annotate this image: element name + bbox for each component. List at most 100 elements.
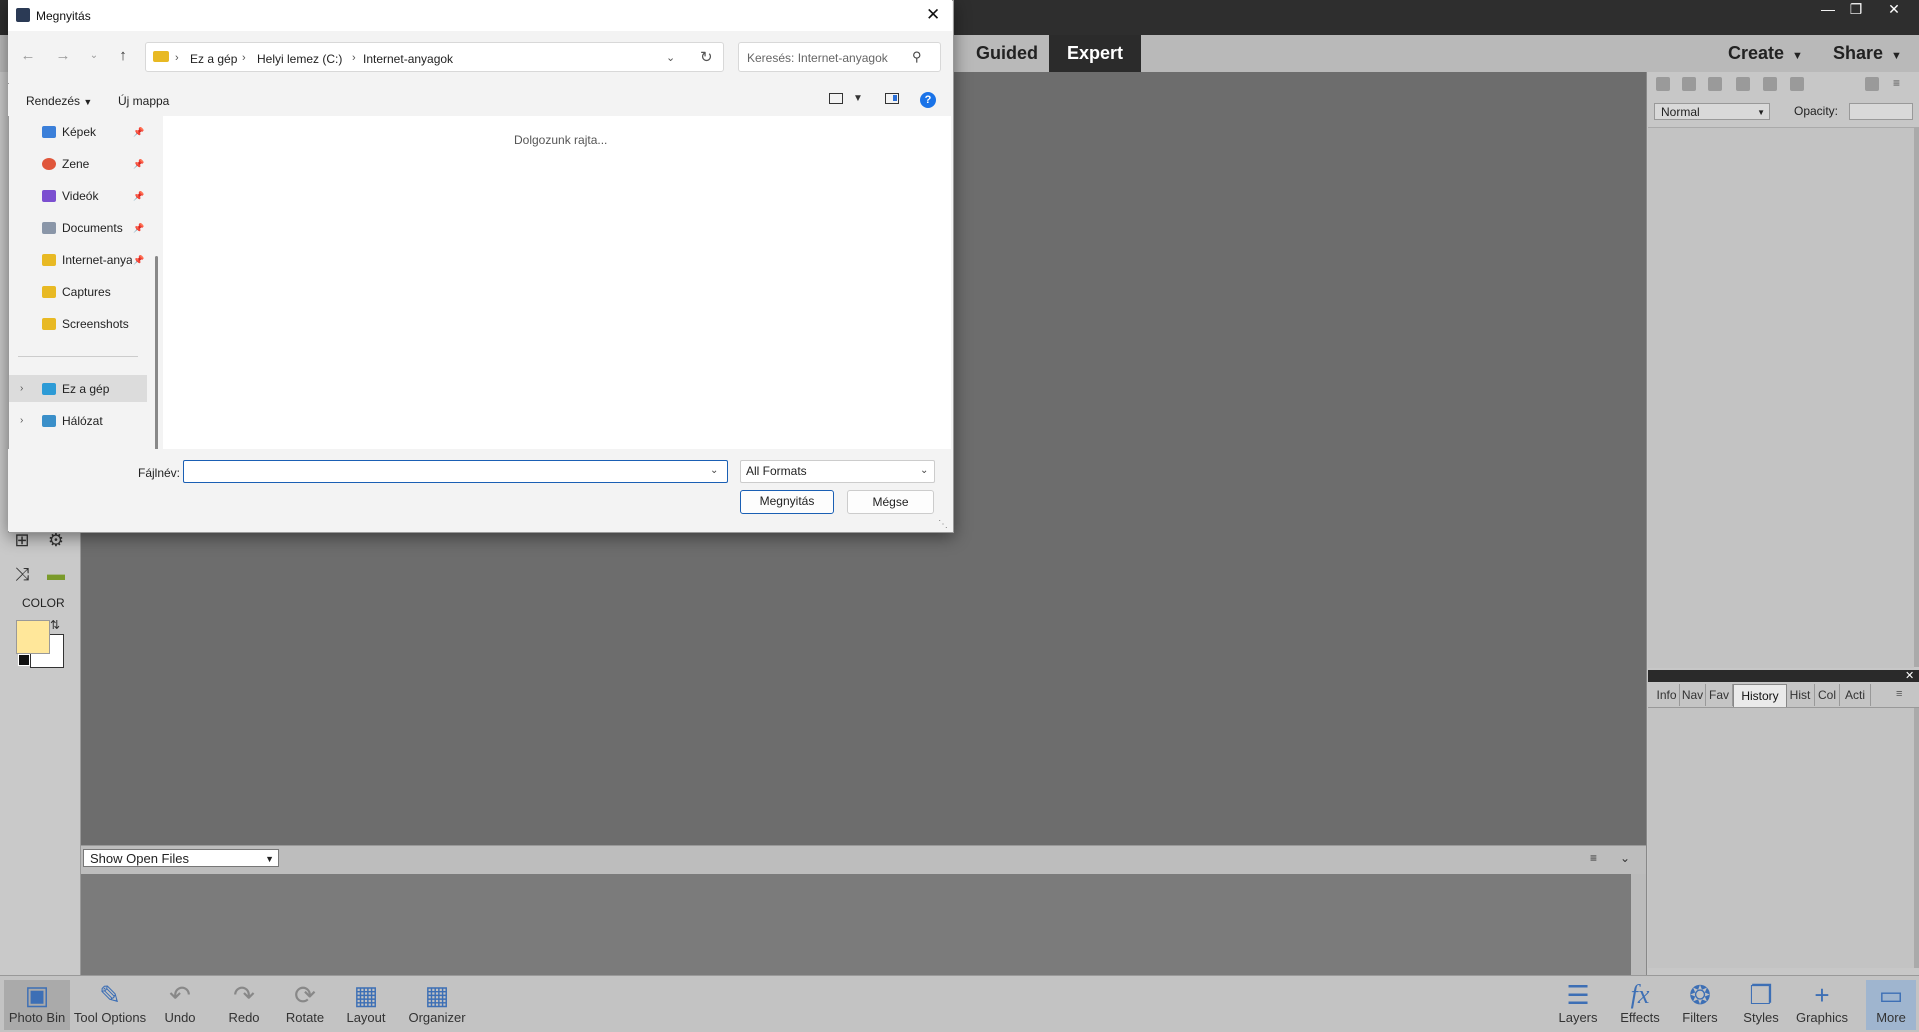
nav-item-internet-files[interactable]: Internet-anyagok: [62, 250, 132, 270]
filename-input[interactable]: [183, 460, 728, 483]
tab-favorites[interactable]: Fav: [1706, 684, 1733, 706]
more-button[interactable]: ▭ More: [1866, 980, 1916, 1030]
rotate-button[interactable]: ⟳ Rotate: [273, 980, 337, 1030]
history-scrollbar[interactable]: [1914, 708, 1919, 968]
cancel-button[interactable]: Mégse: [847, 490, 934, 514]
new-group-icon[interactable]: [1682, 77, 1696, 91]
chevron-down-icon[interactable]: ⌄: [666, 51, 675, 64]
chevron-down-icon[interactable]: ▼: [853, 93, 863, 104]
tab-navigator[interactable]: Nav: [1680, 684, 1706, 706]
straighten-tool-icon[interactable]: ▬: [43, 564, 69, 584]
share-menu[interactable]: Share ▼: [1833, 35, 1902, 72]
recompose-tool-icon[interactable]: ⚙: [43, 530, 69, 550]
tab-info[interactable]: Info: [1654, 684, 1680, 706]
chevron-right-icon[interactable]: ›: [20, 383, 23, 394]
graphics-button[interactable]: + Graphics: [1790, 980, 1854, 1030]
close-icon[interactable]: ✕: [926, 5, 940, 25]
documents-icon: [42, 222, 56, 234]
chevron-down-icon[interactable]: ⌄: [710, 465, 718, 476]
organize-button[interactable]: Rendezés ▼: [26, 94, 92, 108]
search-icon[interactable]: ⚲: [912, 49, 922, 65]
breadcrumb-internet-files[interactable]: Internet-anyagok: [363, 52, 453, 66]
tab-guided[interactable]: Guided: [958, 35, 1056, 72]
layers-label: Layers: [1558, 1010, 1598, 1025]
organizer-label: Organizer: [408, 1010, 466, 1025]
preview-pane-icon[interactable]: [885, 93, 899, 104]
tool-options-button[interactable]: ✎ Tool Options: [72, 980, 148, 1030]
breadcrumb-this-pc[interactable]: Ez a gép: [190, 52, 237, 66]
file-format-select[interactable]: All Formats: [740, 460, 935, 483]
photo-bin-button[interactable]: ▣ Photo Bin: [4, 980, 70, 1030]
layers-list[interactable]: [1648, 127, 1914, 668]
swap-colors-icon[interactable]: ⇅: [50, 618, 60, 632]
panel-menu-icon[interactable]: ≡: [1896, 688, 1902, 700]
nav-item-captures[interactable]: Captures: [62, 282, 157, 302]
app-logo-icon: [16, 8, 30, 22]
forward-icon[interactable]: →: [55, 48, 71, 64]
effects-label: Effects: [1620, 1010, 1660, 1025]
bin-menu-icon[interactable]: ≡: [1590, 851, 1597, 865]
chevron-down-icon[interactable]: ⌄: [920, 465, 928, 476]
filters-button[interactable]: ❂ Filters: [1668, 980, 1732, 1030]
layers-button[interactable]: ☰ Layers: [1546, 980, 1610, 1030]
up-icon[interactable]: ↑: [115, 48, 131, 64]
opacity-field[interactable]: [1849, 103, 1913, 120]
dialog-title-bar: [8, 0, 952, 31]
resize-grip-icon[interactable]: ⋱: [938, 519, 948, 530]
layer-mask-icon[interactable]: [1736, 77, 1750, 91]
undo-button[interactable]: ↶ Undo: [148, 980, 212, 1030]
nav-item-this-pc[interactable]: Ez a gép: [62, 379, 157, 399]
nav-item-screenshots[interactable]: Screenshots: [62, 314, 157, 334]
close-app-icon[interactable]: ✕: [1881, 0, 1907, 18]
organizer-icon: ▦: [424, 980, 450, 1010]
tab-actions[interactable]: Acti: [1840, 684, 1871, 706]
adjustment-layer-icon[interactable]: [1708, 77, 1722, 91]
collapse-bin-icon[interactable]: ⌄: [1620, 851, 1630, 865]
nav-scrollbar[interactable]: [155, 256, 158, 452]
blend-mode-select[interactable]: Normal ▼: [1654, 103, 1770, 120]
minimize-icon[interactable]: —: [1815, 0, 1841, 18]
help-icon[interactable]: ?: [920, 92, 936, 108]
organizer-button[interactable]: ▦ Organizer: [397, 980, 477, 1030]
new-layer-icon[interactable]: [1656, 77, 1670, 91]
open-button[interactable]: Megnyitás: [740, 490, 834, 514]
chevron-right-icon[interactable]: ›: [20, 415, 23, 426]
photo-bin-scrollbar[interactable]: [1631, 874, 1646, 975]
layout-button[interactable]: ▦ Layout: [334, 980, 398, 1030]
rotate-icon: ⟳: [294, 980, 316, 1010]
graphics-icon: +: [1814, 980, 1830, 1010]
chevron-down-icon: ▼: [265, 854, 274, 864]
layers-scrollbar[interactable]: [1914, 127, 1919, 667]
recent-locations-icon[interactable]: ⌄: [86, 48, 102, 64]
opacity-label: Opacity:: [1794, 104, 1839, 118]
photo-bin-area[interactable]: [81, 874, 1631, 975]
lock-icon[interactable]: [1763, 77, 1777, 91]
close-panel-icon[interactable]: ✕: [1905, 669, 1914, 682]
crop-tool-icon[interactable]: ⊞: [9, 530, 35, 550]
trash-icon[interactable]: [1865, 77, 1879, 91]
styles-button[interactable]: ❐ Styles: [1729, 980, 1793, 1030]
view-icon[interactable]: [829, 93, 843, 104]
panel-menu-icon[interactable]: ≡: [1893, 76, 1900, 90]
lock-all-icon[interactable]: [1790, 77, 1804, 91]
tab-color[interactable]: Col: [1815, 684, 1840, 706]
create-menu[interactable]: Create ▼: [1728, 35, 1803, 72]
refresh-icon[interactable]: ↻: [700, 48, 713, 66]
restore-icon[interactable]: ❐: [1843, 0, 1869, 18]
foreground-color-swatch[interactable]: [16, 620, 50, 654]
redo-button[interactable]: ↷ Redo: [212, 980, 276, 1030]
file-list-pane[interactable]: [163, 116, 951, 449]
photo-bin-select[interactable]: Show Open Files ▼: [83, 849, 279, 867]
tab-expert[interactable]: Expert: [1049, 35, 1142, 72]
back-icon[interactable]: ←: [20, 48, 36, 64]
undo-icon: ↶: [169, 980, 191, 1010]
default-colors-icon[interactable]: [18, 654, 30, 666]
history-panel-body[interactable]: [1648, 708, 1914, 968]
breadcrumb-local-disk[interactable]: Helyi lemez (C:): [257, 52, 342, 66]
tab-histogram[interactable]: Hist: [1786, 684, 1815, 706]
content-move-tool-icon[interactable]: ⤨: [9, 564, 35, 584]
tab-history[interactable]: History: [1733, 684, 1787, 707]
new-folder-button[interactable]: Új mappa: [118, 94, 169, 108]
effects-button[interactable]: fx Effects: [1608, 980, 1672, 1030]
nav-item-network[interactable]: Hálózat: [62, 411, 157, 431]
